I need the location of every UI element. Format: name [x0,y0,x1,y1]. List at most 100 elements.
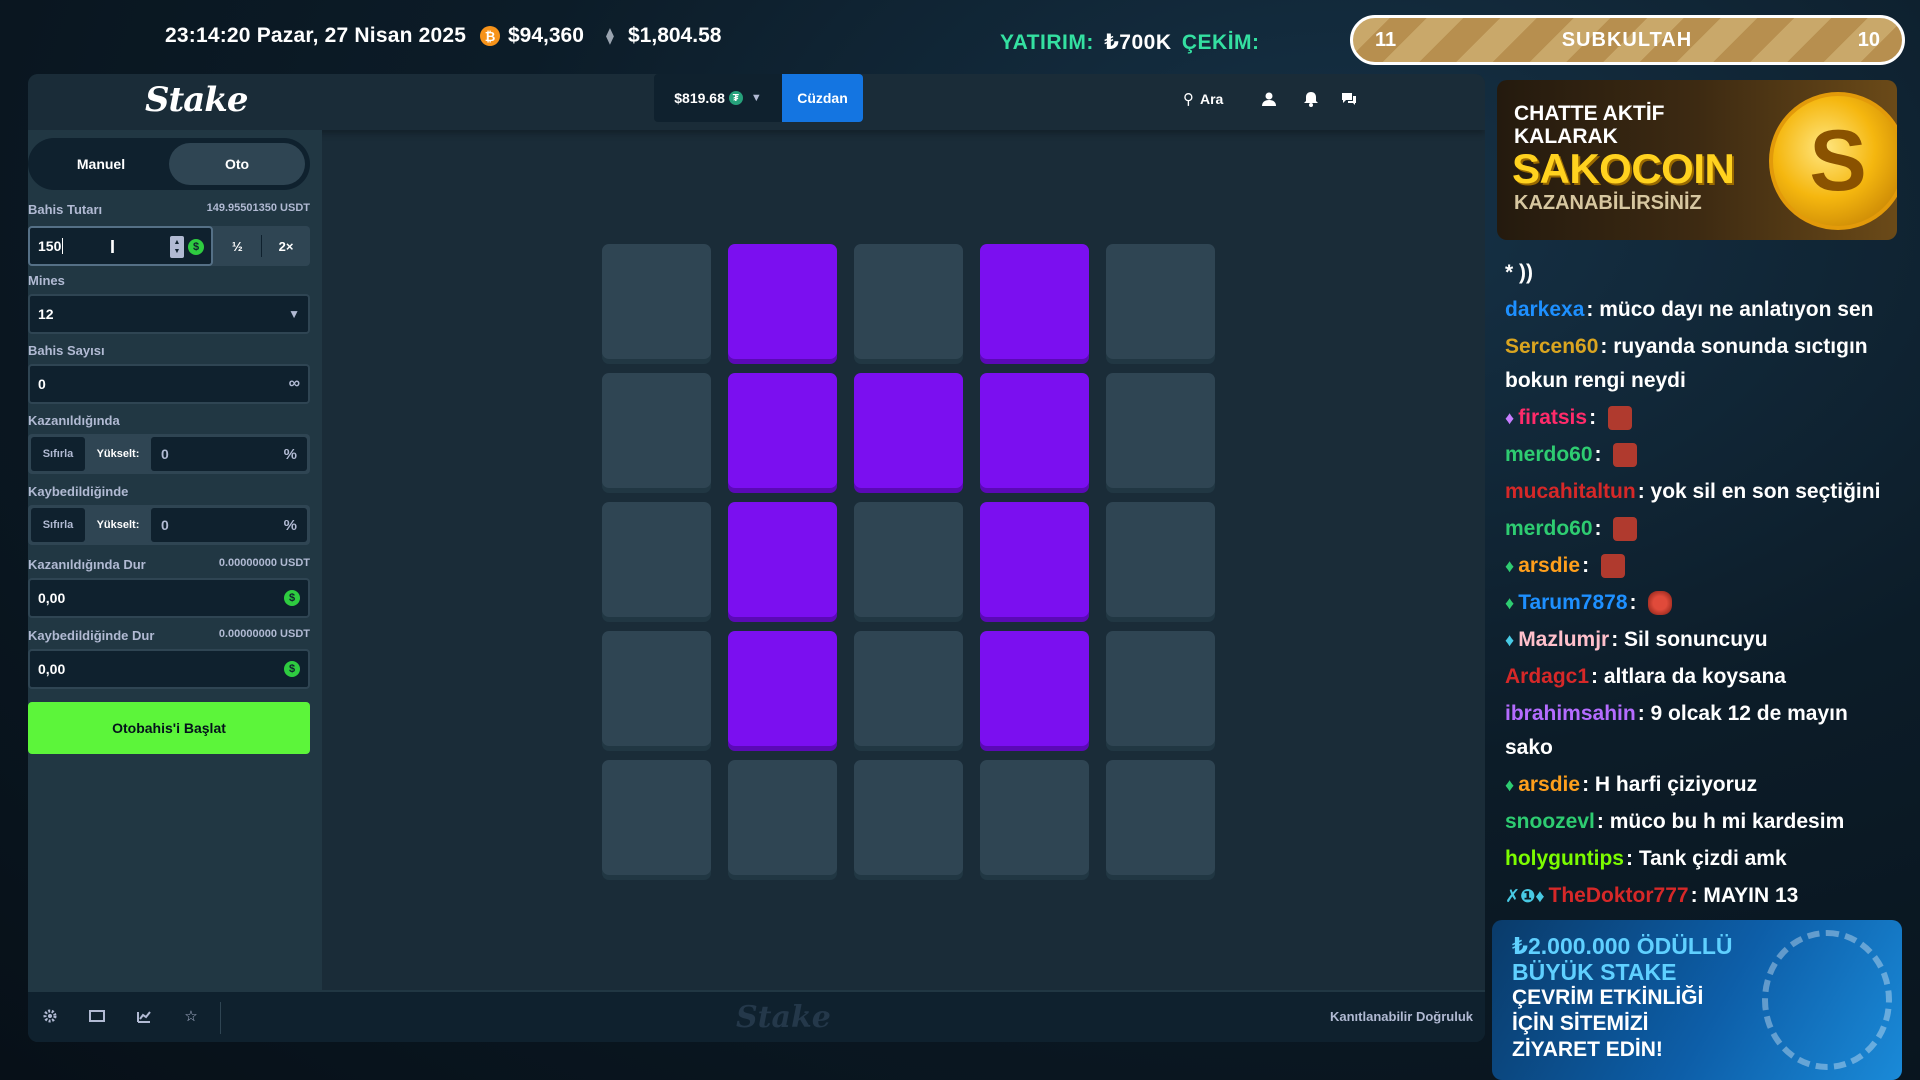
event-text-line-3: ZİYARET EDİN! [1512,1038,1663,1061]
on-win-controls: Sıfırla Yükselt: 0 % [28,434,310,474]
on-loss-reset-button[interactable]: Sıfırla [31,508,85,542]
settings-icon[interactable] [40,1006,60,1026]
tile-hidden[interactable] [728,760,837,875]
chat-panel: * )) darkexa: müco dayı ne anlatıyon sen… [1497,256,1907,911]
bet-amount-input[interactable]: 150 I ▲ ▼ $ [28,226,214,266]
stop-loss-label: Kaybedildiğinde Dur [28,628,155,643]
chat-username[interactable]: merdo60 [1505,443,1593,466]
tile-hidden[interactable] [854,502,963,617]
tile-hidden[interactable] [1106,760,1215,875]
provably-fair-link[interactable]: Kanıtlanabilir Doğruluk [1330,1009,1473,1024]
tile-gem[interactable] [728,373,837,488]
mines-select[interactable]: 12 ▼ [28,294,310,334]
chat-username[interactable]: TheDoktor777 [1549,884,1689,907]
stop-loss-value: 0,00 [38,661,66,677]
start-autobet-button[interactable]: Otobahis'i Başlat [28,702,310,754]
chat-username[interactable]: Mazlumjr [1518,628,1609,651]
tile-gem[interactable] [980,244,1089,359]
infinity-icon[interactable]: ∞ [289,375,300,393]
on-win-percent-input[interactable]: 0 % [151,437,307,471]
tile-hidden[interactable] [854,631,963,746]
chat-username[interactable]: firatsis [1518,406,1587,429]
wallet-button[interactable]: Cüzdan [782,74,863,122]
event-text-line-2: İÇİN SİTEMİZİ [1512,1012,1649,1035]
chat-message: Sercen60: ruyanda sonunda sıctıgın bokun… [1497,330,1907,401]
on-win-raise-button[interactable]: Yükselt: [85,437,151,471]
chat-username[interactable]: Ardagc1 [1505,665,1589,688]
tile-hidden[interactable] [1106,244,1215,359]
btc-ticker: ₿ $94,360 [480,24,584,48]
stats-icon[interactable] [134,1006,154,1026]
search-button[interactable]: ⚲ Ara [1183,90,1223,108]
chat-separator: : [1690,884,1704,907]
tile-hidden[interactable] [602,631,711,746]
chat-text: yok sil en son seçtiğini [1650,480,1881,503]
tile-gem[interactable] [728,244,837,359]
favorite-icon[interactable]: ☆ [181,1006,201,1026]
on-loss-percent-input[interactable]: 0 % [151,508,307,542]
chat-emote-icon [1600,554,1625,579]
chat-text: MAYIN 13 [1703,884,1799,907]
chat-icon[interactable] [1338,88,1360,110]
tile-hidden[interactable] [1106,373,1215,488]
tile-hidden[interactable] [602,502,711,617]
chat-username[interactable]: Sercen60 [1505,335,1598,358]
balance-dropdown[interactable]: $819.68 ₮ ▼ [654,74,782,122]
tile-gem[interactable] [980,502,1089,617]
chat-username[interactable]: arsdie [1518,773,1580,796]
user-icon[interactable] [1258,88,1280,110]
tile-gem[interactable] [980,373,1089,488]
stake-event-promo-banner: ₺2.000.000 ÖDÜLLÜ BÜYÜK STAKE ÇEVRİM ETK… [1492,920,1902,1080]
chat-message: ✗❶♦ TheDoktor777: MAYIN 13 [1497,879,1907,911]
chat-message: ibrahimsahin: 9 olcak 12 de mayın sako [1497,697,1907,768]
tab-auto[interactable]: Oto [169,143,305,185]
game-footer: ☆ Stake Kanıtlanabilir Doğruluk [28,990,1485,1042]
race-track-illustration [1762,930,1892,1070]
tile-gem[interactable] [728,631,837,746]
tile-hidden[interactable] [854,244,963,359]
promo-brand: SAKOCOIN [1512,145,1735,192]
half-bet-button[interactable]: ½ [213,226,261,266]
sakocoin-promo-banner: CHATTE AKTİF KALARAK SAKOCOIN KAZANABİLİ… [1497,80,1897,240]
tile-hidden[interactable] [602,244,711,359]
theatre-mode-icon[interactable] [87,1006,107,1026]
chat-username[interactable]: Tarum7878 [1518,591,1627,614]
bet-count-input[interactable]: 0 ∞ [28,364,310,404]
tile-hidden[interactable] [602,760,711,875]
on-loss-raise-button[interactable]: Yükselt: [85,508,151,542]
amount-stepper[interactable]: ▲ ▼ [170,236,184,258]
tile-gem[interactable] [980,631,1089,746]
on-win-reset-button[interactable]: Sıfırla [31,437,85,471]
tile-gem[interactable] [854,373,963,488]
notifications-icon[interactable] [1300,88,1322,110]
double-bet-button[interactable]: 2× [262,226,310,266]
chat-username[interactable]: arsdie [1518,554,1580,577]
tile-hidden[interactable] [1106,631,1215,746]
stop-loss-input[interactable]: 0,00 $ [28,649,310,689]
tile-hidden[interactable] [980,760,1089,875]
chat-username[interactable]: darkexa [1505,298,1584,321]
chat-username[interactable]: mucahitaltun [1505,480,1636,503]
tab-manual[interactable]: Manuel [33,143,169,185]
ethereum-icon: ⧫ [606,28,614,45]
tile-hidden[interactable] [854,760,963,875]
chat-badge-icon: ♦ [1505,593,1515,613]
percent-icon: % [283,445,297,463]
stake-logo[interactable]: Stake [145,80,248,120]
stop-loss-usdt: 0.00000000 USDT [218,628,310,640]
chat-username[interactable]: snoozevl [1505,810,1595,833]
chat-username[interactable]: ibrahimsahin [1505,702,1636,725]
chat-text: Sil sonuncuyu [1624,628,1768,651]
balance-value: $819.68 [674,90,725,106]
tile-hidden[interactable] [1106,502,1215,617]
sub-goal-left: 11 [1375,28,1397,51]
stop-win-input[interactable]: 0,00 $ [28,578,310,618]
sub-goal-bar: 11 SUBKULTAH 10 [1350,15,1905,65]
chat-separator: : [1596,810,1610,833]
chat-separator: : [1582,554,1595,577]
chat-username[interactable]: merdo60 [1505,517,1593,540]
chat-username[interactable]: holyguntips [1505,847,1624,870]
tile-gem[interactable] [728,502,837,617]
usdt-coin-icon: $ [284,661,300,677]
tile-hidden[interactable] [602,373,711,488]
